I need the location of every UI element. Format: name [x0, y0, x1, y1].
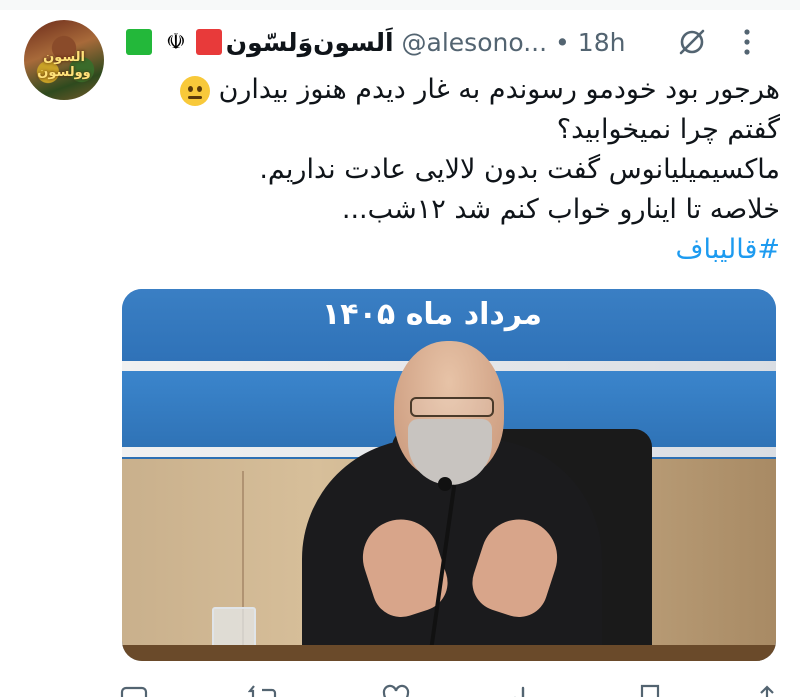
- timestamp[interactable]: 18h: [578, 28, 626, 57]
- tweet-line: هرجور بود خودمو رسوندم به غار دیدم هنوز …: [120, 70, 780, 110]
- reply-button[interactable]: [120, 684, 156, 697]
- tweet-line: ماکسیمیلیانوس گفت بدون لالایی عادت نداری…: [259, 154, 780, 185]
- like-button[interactable]: [381, 684, 419, 697]
- tweet-header: ☫ اَلسون‌وَلسّون @alesono... • 18h: [120, 22, 780, 62]
- bookmark-icon: [640, 684, 659, 697]
- separator-dot: •: [555, 27, 570, 57]
- avatar-text: السون وولسون: [37, 50, 91, 80]
- red-square-icon: [195, 29, 222, 55]
- iran-emblem-icon: ☫: [166, 29, 186, 55]
- photo-person-glasses: [410, 397, 494, 417]
- user-handle[interactable]: @alesono...: [402, 28, 548, 57]
- top-divider: [0, 0, 800, 10]
- like-icon: [382, 684, 409, 697]
- tweet-photo[interactable]: مرداد ماه ۱۴۰۵: [122, 289, 776, 661]
- neutral-face-emoji-icon: [179, 75, 210, 106]
- avatar[interactable]: السون وولسون: [24, 20, 104, 100]
- photo-desk: [122, 645, 776, 661]
- views-icon: [514, 686, 525, 697]
- share-icon: [760, 685, 774, 697]
- retweet-button[interactable]: [248, 684, 288, 697]
- share-button[interactable]: [754, 684, 780, 697]
- more-options-icon[interactable]: [732, 22, 762, 62]
- display-name[interactable]: اَلسون‌وَلسّون: [226, 28, 394, 57]
- retweet-icon: [248, 685, 277, 697]
- hashtag-link[interactable]: #قالیباف: [120, 230, 781, 270]
- tweet-actions: [120, 684, 780, 697]
- grok-icon[interactable]: [672, 22, 712, 62]
- photo-banner-text: مرداد ماه ۱۴۰۵: [322, 297, 542, 332]
- bookmark-button[interactable]: [638, 684, 662, 697]
- tweet-line: خلاصه تا اینارو خواب کنم شد ۱۲شب...: [341, 194, 780, 225]
- tweet-line: گفتم چرا نمیخوابید؟: [556, 114, 780, 145]
- tweet-body: هرجور بود خودمو رسوندم به غار دیدم هنوز …: [120, 70, 780, 270]
- green-square-icon: [126, 29, 152, 55]
- photo-microphone-head: [438, 477, 452, 491]
- reply-icon: [120, 686, 148, 697]
- views-button[interactable]: [511, 684, 545, 697]
- tweet-line-text: هرجور بود خودمو رسوندم به غار دیدم هنوز …: [218, 74, 780, 105]
